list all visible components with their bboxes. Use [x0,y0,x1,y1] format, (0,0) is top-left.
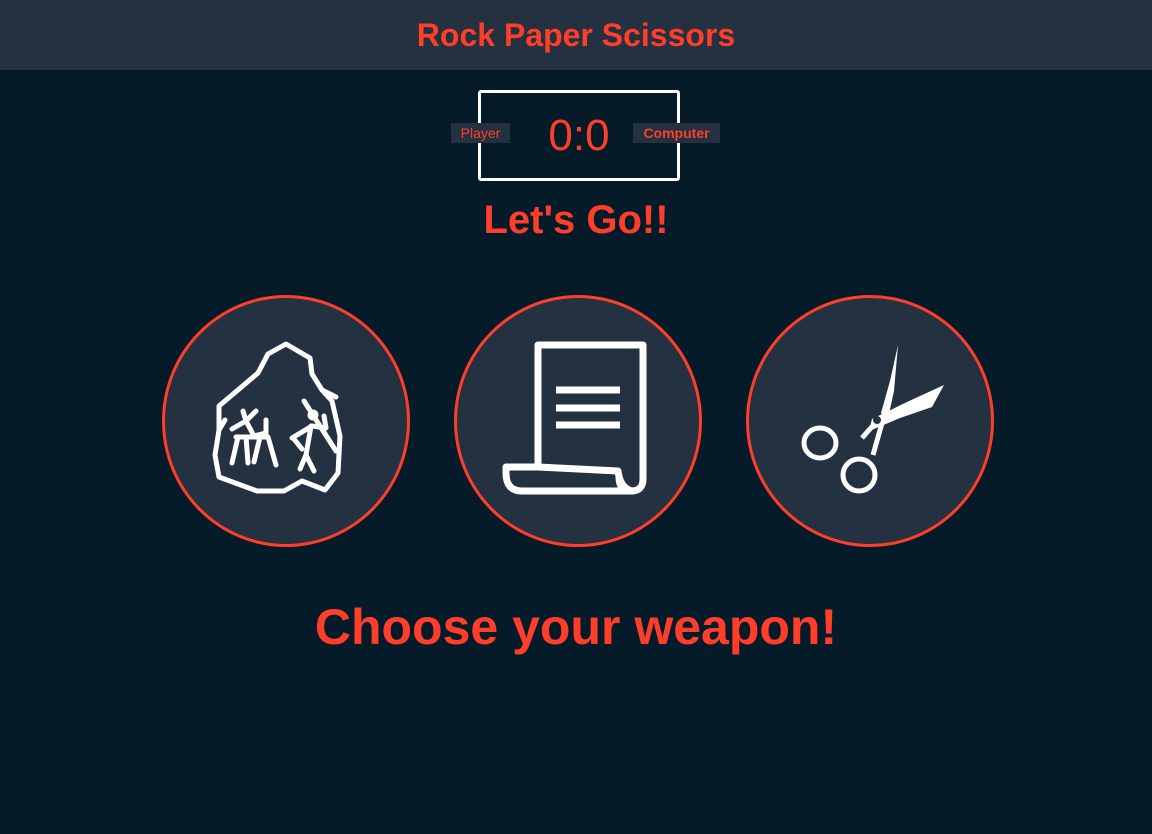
rock-icon [212,341,343,494]
choose-weapon-message: Choose your weapon! [314,599,838,655]
computer-badge: Computer [633,123,720,143]
paper-button[interactable] [454,295,702,547]
app-title: Rock Paper Scissors [416,16,736,53]
score-display: 0:0 [548,110,610,160]
player-badge: Player [451,123,510,143]
paper-icon [502,341,647,495]
scissors-button[interactable] [746,295,994,547]
scissors-icon [801,345,944,494]
result-message: Let's Go!! [483,198,669,242]
app-header: Rock Paper Scissors [0,0,1152,70]
rock-button[interactable] [162,295,410,547]
